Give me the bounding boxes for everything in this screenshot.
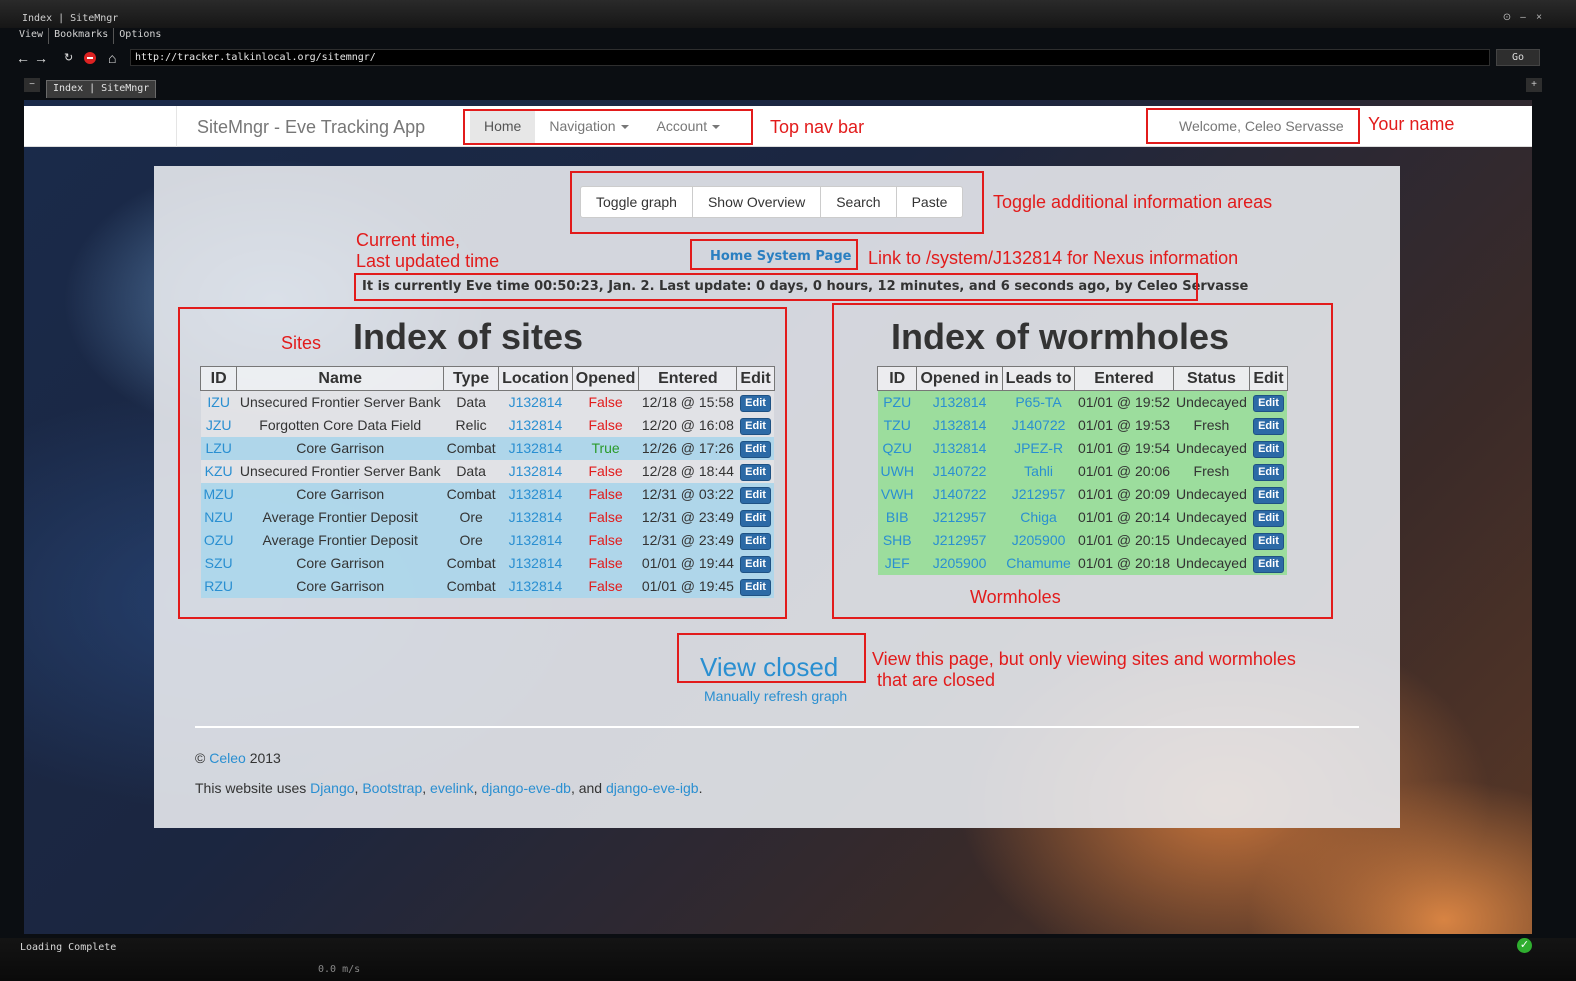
window-title: Index | SiteMngr [22, 13, 119, 24]
django-link[interactable]: Django [310, 780, 354, 796]
annotation-last-updated: Last updated time [356, 251, 500, 271]
annotation-top-nav: Top nav bar [770, 117, 865, 137]
django-eve-db-link[interactable]: django-eve-db [481, 780, 571, 796]
new-tab-button[interactable]: + [1526, 78, 1542, 92]
checkmark-icon: ✓ [1517, 938, 1532, 953]
footer-credits: This website uses Django, Bootstrap, eve… [195, 780, 703, 796]
url-input[interactable]: http://tracker.talkinlocal.org/sitemngr/ [130, 49, 1490, 66]
annotation-box-status [354, 273, 1198, 301]
annotation-toggle: Toggle additional information areas [993, 192, 1273, 212]
annotation-box-wormholes [832, 303, 1333, 619]
annotation-box-topnav [463, 109, 753, 145]
annotation-sites: Sites [281, 333, 322, 353]
window-options-icon[interactable]: ⊙ [1502, 12, 1512, 23]
copyright-year: 2013 [249, 750, 281, 766]
evelink-link[interactable]: evelink [430, 780, 474, 796]
menu-options[interactable]: Options [114, 28, 166, 44]
copyright-symbol: © [195, 750, 206, 766]
annotation-view-closed-1: View this page, but only viewing sites a… [872, 649, 1296, 669]
footer-divider [195, 726, 1359, 728]
credits-prefix: This website uses [195, 780, 307, 796]
annotation-box-toggle [570, 171, 984, 234]
bootstrap-link[interactable]: Bootstrap [362, 780, 422, 796]
window-titlebar: Index | SiteMngr ⊙ – × [0, 0, 1576, 28]
speed-readout: 0.0 m/s [280, 954, 640, 981]
menu-view[interactable]: View [14, 28, 50, 44]
footer-copyright: © Celeo 2013 [195, 750, 281, 766]
annotation-wormholes: Wormholes [970, 587, 1061, 607]
annotation-box-home-link [690, 239, 858, 270]
status-text: Loading Complete [20, 942, 117, 953]
annotation-box-name [1146, 108, 1360, 144]
back-icon[interactable]: ← [16, 49, 30, 67]
reload-icon[interactable]: ↻ [64, 49, 73, 67]
annotation-nexus-link: Link to /system/J132814 for Nexus inform… [868, 248, 1239, 268]
close-icon[interactable]: × [1534, 12, 1544, 23]
speed-value: 0.0 m/s [318, 964, 361, 975]
refresh-graph-link[interactable]: Manually refresh graph [704, 688, 847, 704]
tab-row: − Index | SiteMngr + [14, 74, 1544, 98]
django-eve-igb-link[interactable]: django-eve-igb [606, 780, 699, 796]
minimize-icon[interactable]: – [1518, 12, 1528, 23]
annotation-box-view-closed [677, 633, 866, 683]
tab-active[interactable]: Index | SiteMngr [46, 80, 157, 98]
address-row: ← → ↻ ⌂ http://tracker.talkinlocal.org/s… [14, 46, 1564, 70]
author-link[interactable]: Celeo [209, 750, 246, 766]
stop-icon[interactable] [84, 52, 96, 64]
annotation-view-closed-2: that are closed [877, 670, 996, 690]
annotation-box-sites [178, 307, 787, 619]
annotation-your-name: Your name [1368, 114, 1455, 134]
browser-statusbar: Loading Complete 0.0 m/s ✓ [0, 938, 1576, 981]
credits-and: , and [570, 780, 603, 796]
annotation-current-time: Current time, [356, 230, 461, 250]
tab-close-button[interactable]: − [24, 78, 40, 92]
forward-icon[interactable]: → [34, 49, 48, 67]
go-button[interactable]: Go [1496, 49, 1540, 66]
site-brand[interactable]: SiteMngr - Eve Tracking App [176, 106, 445, 147]
home-icon[interactable]: ⌂ [108, 49, 116, 67]
menu-bar: View Bookmarks Options [14, 28, 166, 44]
menu-bookmarks[interactable]: Bookmarks [49, 28, 115, 44]
